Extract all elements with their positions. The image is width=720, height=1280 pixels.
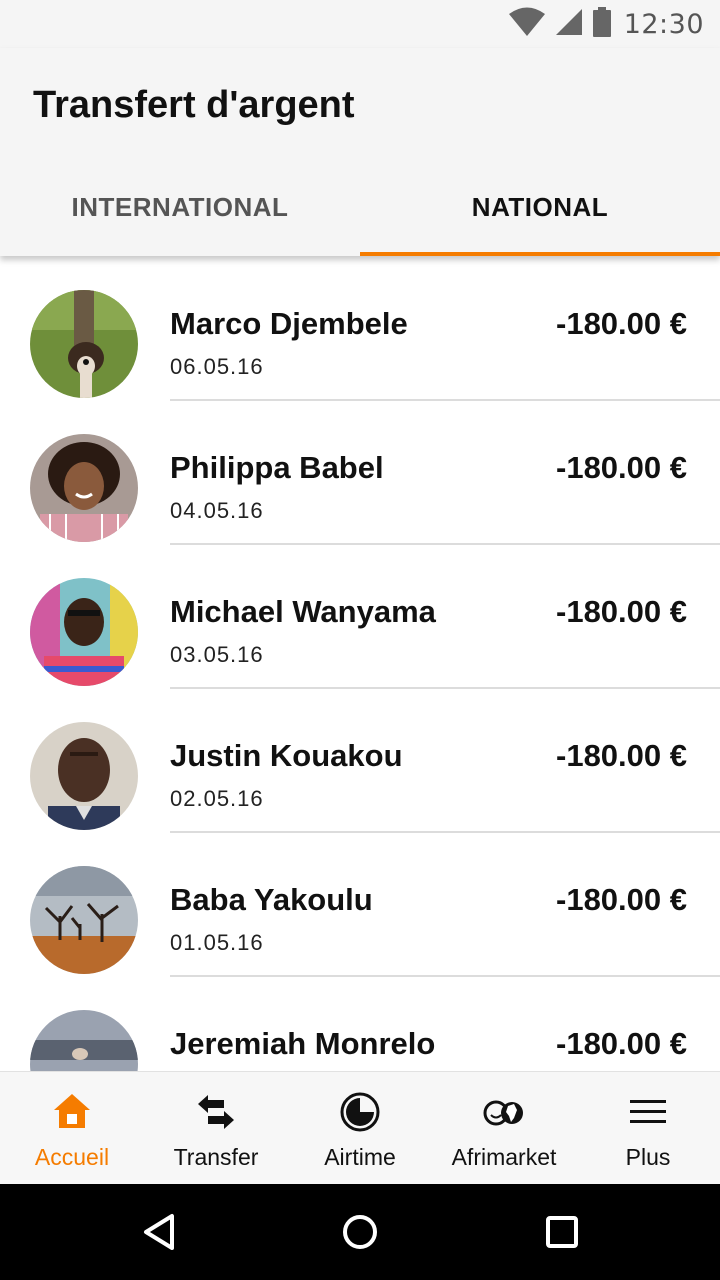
afrimarket-globe-icon [482,1090,526,1134]
nav-plus[interactable]: Plus [576,1072,720,1185]
contact-name: Baba Yakoulu [170,882,373,917]
status-icons: 12:30 [508,6,704,42]
wifi-icon [508,7,546,42]
app-bar: Transfert d'argent INTERNATIONAL NATIONA… [0,48,720,256]
transfer-arrows-icon [194,1090,238,1134]
contact-name: Marco Djembele [170,306,408,341]
status-time: 12:30 [623,8,704,40]
battery-icon [592,6,612,42]
avatar [30,578,138,686]
nav-label: Plus [625,1144,671,1170]
nav-transfer[interactable]: Transfer [144,1072,288,1185]
contact-name: Justin Kouakou [170,738,403,773]
nav-label: Accueil [34,1144,110,1170]
avatar [30,290,138,398]
transaction-amount: -180.00 € [556,738,687,773]
nav-label: Afrimarket [451,1144,557,1170]
tab-international[interactable]: INTERNATIONAL [0,158,360,256]
transaction-amount: -180.00 € [556,882,687,917]
cell-signal-icon [554,7,584,42]
nav-afrimarket[interactable]: Afrimarket [432,1072,576,1185]
transaction-date: 01.05.16 [170,930,264,955]
transaction-date: 02.05.16 [170,786,264,811]
home-icon [50,1090,94,1134]
menu-icon [626,1090,670,1134]
nav-airtime[interactable]: Airtime [288,1072,432,1185]
contact-name: Michael Wanyama [170,594,436,629]
system-navigation-bar [0,1184,720,1280]
contact-name: Philippa Babel [170,450,384,485]
transaction-date: 04.05.16 [170,498,264,523]
nav-label: Airtime [324,1144,396,1170]
avatar [30,722,138,830]
nav-label: Transfer [173,1144,259,1170]
transaction-date: 06.05.16 [170,354,264,379]
bottom-navigation: Accueil Transfer Airtime Afrimarket Plus [0,1071,720,1184]
airtime-clock-icon [338,1090,382,1134]
transaction-amount: -180.00 € [556,306,687,341]
avatar [30,1010,138,1071]
avatar [30,434,138,542]
transaction-row[interactable]: Baba Yakoulu 01.05.16 -180.00 € [0,832,720,977]
page-title: Transfert d'argent [33,84,355,126]
transaction-row[interactable]: Jeremiah Monrelo -180.00 € [0,976,720,1071]
transaction-list[interactable]: Marco Djembele 06.05.16 -180.00 € Philip… [0,256,720,1071]
back-icon[interactable] [138,1210,182,1254]
tab-bar: INTERNATIONAL NATIONAL [0,158,720,256]
nav-accueil[interactable]: Accueil [0,1072,144,1185]
home-circle-icon[interactable] [338,1210,382,1254]
transaction-date: 03.05.16 [170,642,264,667]
transaction-amount: -180.00 € [556,450,687,485]
contact-name: Jeremiah Monrelo [170,1026,436,1061]
transaction-row[interactable]: Michael Wanyama 03.05.16 -180.00 € [0,544,720,689]
tab-national[interactable]: NATIONAL [360,158,720,256]
transaction-amount: -180.00 € [556,594,687,629]
transaction-row[interactable]: Justin Kouakou 02.05.16 -180.00 € [0,688,720,833]
avatar [30,866,138,974]
recents-square-icon[interactable] [540,1210,584,1254]
transaction-row[interactable]: Marco Djembele 06.05.16 -180.00 € [0,256,720,401]
transaction-amount: -180.00 € [556,1026,687,1061]
status-bar: 12:30 [0,0,720,48]
transaction-row[interactable]: Philippa Babel 04.05.16 -180.00 € [0,400,720,545]
